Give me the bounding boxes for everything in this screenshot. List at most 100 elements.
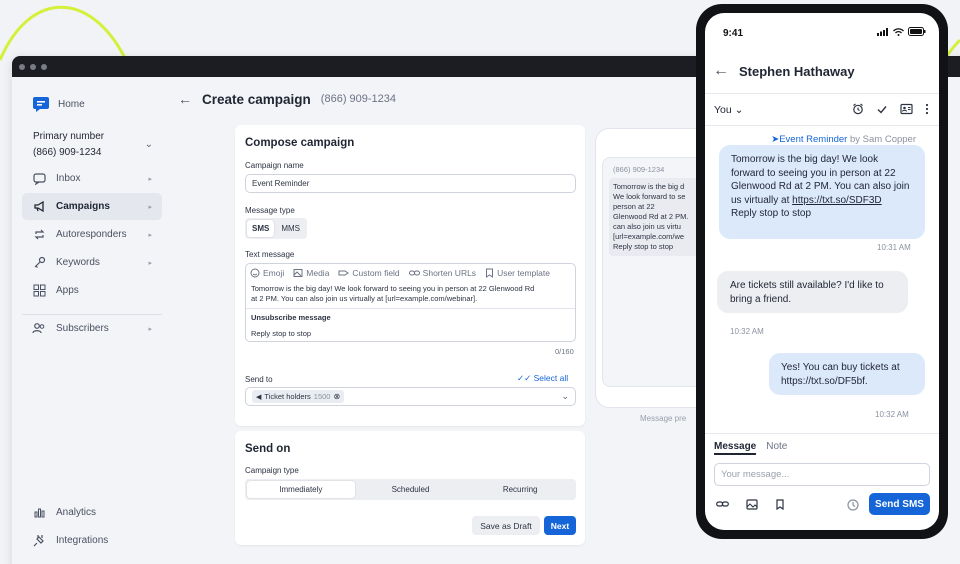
message-input[interactable]: Your message... [714,463,930,486]
campaign-type-label: Campaign type [245,466,299,475]
link-icon[interactable] [716,499,729,509]
divider [705,433,939,434]
sidebar-item-integrations[interactable]: Integrations [22,527,162,554]
campaign-meta: ➤Event Reminder by Sam Copper [771,134,916,145]
unsubscribe-value[interactable]: Reply stop to stop [251,329,311,338]
bookmark-icon[interactable] [775,499,785,510]
chevron-right-icon: ▸ [148,175,152,183]
campaign-name-input[interactable]: Event Reminder [245,174,576,193]
bookmark-icon [486,268,494,278]
send-to-label: Send to [245,375,273,384]
back-arrow-icon[interactable]: ← [178,91,192,107]
back-arrow-icon[interactable]: ← [713,62,729,80]
chip-label: Ticket holders [264,392,311,401]
mms-option[interactable]: MMS [276,220,305,237]
inbox-icon [32,172,46,186]
custom-field-button[interactable]: Custom field [338,268,400,278]
message-text[interactable]: Tomorrow is the big day! We look forward… [251,284,571,304]
emoji-icon [250,268,260,278]
send-to-select[interactable]: ◀ Ticket holders 1500 ⊗ ⌄ [245,387,576,406]
char-counter: 0/160 [555,347,574,356]
incoming-message: Are tickets still available? I'd like to… [717,271,908,313]
campaign-name-label: Campaign name [245,161,304,170]
divider [705,93,939,94]
users-icon [32,322,46,336]
window-dot[interactable] [41,63,47,70]
preview-line: We look forward to se [613,192,686,201]
sender-label: You [714,104,732,116]
chip-count: 1500 [313,392,331,401]
campaign-tag[interactable]: ➤Event Reminder [771,134,847,145]
sidebar-item-label: Keywords [56,257,100,268]
message-link[interactable]: https://txt.so/SDF3D [792,195,881,206]
sidebar-item-autoresponders[interactable]: Autoresponders ▸ [22,221,162,248]
emoji-button[interactable]: Emoji [250,268,284,278]
repeat-icon [32,228,46,242]
tab-message[interactable]: Message [714,441,757,455]
clock-icon[interactable] [847,499,859,511]
select-all-link[interactable]: ✓✓ Select all [517,373,568,384]
sidebar-item-label: Apps [56,285,79,296]
sender-select[interactable]: You ⌄ [714,104,743,116]
sidebar-item-campaigns[interactable]: Campaigns ▸ [22,193,162,220]
preview-line: Glenwood Rd at 2 PM. [613,212,689,221]
conversation-toolbar: You ⌄ [705,101,939,125]
page-number: (866) 909-1234 [320,93,397,105]
sms-option[interactable]: SMS [247,220,275,237]
next-button[interactable]: Next [544,516,576,535]
sidebar-item-inbox[interactable]: Inbox ▸ [22,165,162,192]
remove-chip-icon[interactable]: ⊗ [333,392,340,401]
sidebar-item-keywords[interactable]: Keywords ▸ [22,249,162,276]
send-sms-button[interactable]: Send SMS [869,493,930,515]
media-button[interactable]: Media [293,268,329,278]
text-message-box[interactable]: Emoji Media Custom field Shorten URLs Us… [245,263,576,342]
chevron-down-icon: ⌄ [144,139,153,150]
user-template-button[interactable]: User template [485,268,550,278]
send-on-card: Send on Campaign type Immediately Schedu… [235,431,585,545]
message-link[interactable]: https://txt.so/DF5bf. [781,376,868,387]
toolbar-icons [852,103,929,115]
sidebar-home[interactable]: Home [32,95,85,113]
scheduled-option[interactable]: Scheduled [357,481,465,498]
tab-note[interactable]: Note [766,441,787,455]
logo-icon [33,97,49,112]
preview-line: Tomorrow is the big d [613,182,685,191]
sidebar-item-analytics[interactable]: Analytics [22,499,162,526]
share-icon: ◀ [256,393,262,401]
select-all-label: Select all [533,373,569,383]
check-icon[interactable] [876,103,888,115]
chevron-right-icon: ▸ [148,259,152,267]
recurring-option[interactable]: Recurring [466,481,574,498]
alarm-icon[interactable] [852,103,864,115]
immediately-option[interactable]: Immediately [247,481,355,498]
contact-card-icon[interactable] [900,103,913,115]
more-vertical-icon[interactable] [925,103,929,115]
primary-number-select[interactable]: Primary number (866) 909-1234 ⌄ [33,131,153,158]
sidebar-item-apps[interactable]: Apps [22,277,162,304]
message-type-toggle: SMS MMS [245,218,308,239]
status-icons [877,27,926,36]
key-icon [32,256,46,270]
preview-line: person at 22 [613,202,655,211]
window-dot[interactable] [19,63,25,70]
chevron-right-icon: ▸ [148,203,152,211]
compose-card: Compose campaign Campaign name Event Rem… [235,125,585,426]
message-time: 10:31 AM [877,243,911,252]
link-icon [408,270,420,276]
save-draft-button[interactable]: Save as Draft [472,516,540,535]
recipient-chip[interactable]: ◀ Ticket holders 1500 ⊗ [252,390,345,403]
message-time: 10:32 AM [730,327,764,336]
chevron-down-icon: ⌄ [561,391,569,401]
message-type-label: Message type [245,206,295,215]
megaphone-icon [32,200,46,214]
image-icon[interactable] [746,499,758,510]
compose-actions [716,499,785,510]
divider [705,125,939,126]
phone-mockup: 9:41 ← Stephen Hathaway You ⌄ ➤Event Rem… [696,4,948,539]
home-label: Home [58,98,85,110]
image-icon [293,269,303,277]
sidebar-item-subscribers[interactable]: Subscribers ▸ [22,315,162,342]
shorten-urls-button[interactable]: Shorten URLs [408,268,476,278]
sidebar-item-label: Analytics [56,507,97,518]
window-dot[interactable] [30,63,36,70]
